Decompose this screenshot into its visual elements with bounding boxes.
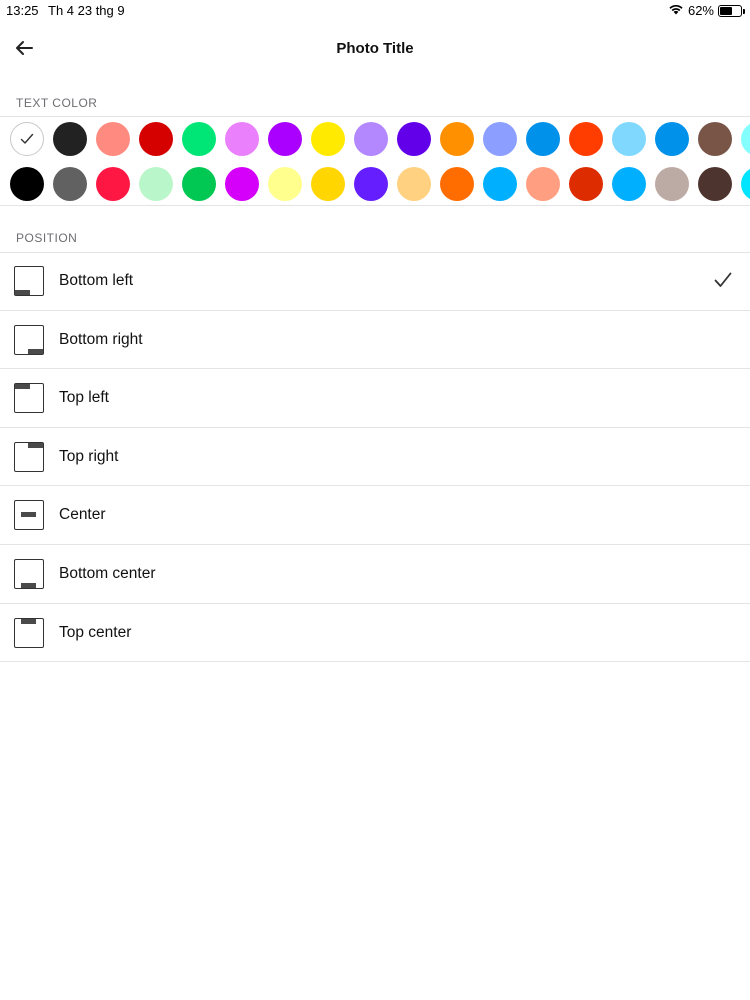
color-swatch[interactable]: [268, 167, 302, 201]
wifi-icon: [668, 3, 684, 18]
status-right: 62%: [668, 3, 745, 18]
color-swatch[interactable]: [440, 167, 474, 201]
color-swatch[interactable]: [53, 167, 87, 201]
color-swatch[interactable]: [612, 122, 646, 156]
position-section-header: POSITION: [16, 231, 78, 245]
page-title: Photo Title: [336, 40, 414, 57]
color-swatch[interactable]: [182, 122, 216, 156]
position-option-top-left[interactable]: Top left: [0, 369, 750, 428]
navigation-bar: Photo Title: [0, 28, 750, 72]
color-swatch[interactable]: [483, 122, 517, 156]
position-option-label: Center: [59, 506, 106, 524]
divider: [0, 205, 750, 206]
position-option-label: Bottom right: [59, 330, 143, 348]
position-top-left-icon: [14, 383, 44, 414]
position-bottom-center-icon: [14, 558, 44, 589]
position-top-right-icon: [14, 441, 44, 472]
position-option-center[interactable]: Center: [0, 486, 750, 545]
position-option-label: Bottom center: [59, 564, 156, 582]
color-swatch[interactable]: [268, 122, 302, 156]
color-swatch[interactable]: [311, 167, 345, 201]
divider: [0, 116, 750, 117]
position-option-top-center[interactable]: Top center: [0, 604, 750, 663]
position-bottom-right-icon: [14, 324, 44, 355]
color-swatch[interactable]: [53, 122, 87, 156]
color-swatch[interactable]: [698, 167, 732, 201]
color-swatch[interactable]: [225, 122, 259, 156]
color-swatch[interactable]: [655, 122, 689, 156]
color-swatch[interactable]: [354, 122, 388, 156]
position-list: Bottom left Bottom right Top left Top ri…: [0, 252, 750, 663]
color-swatch[interactable]: [698, 122, 732, 156]
color-swatch[interactable]: [569, 122, 603, 156]
color-swatch[interactable]: [139, 167, 173, 201]
position-option-label: Top left: [59, 389, 109, 407]
position-top-center-icon: [14, 617, 44, 648]
color-swatch[interactable]: [612, 167, 646, 201]
color-swatch[interactable]: [225, 167, 259, 201]
color-swatch[interactable]: [311, 122, 345, 156]
battery-percent: 62%: [687, 3, 714, 18]
position-option-label: Top center: [59, 623, 132, 641]
status-date: Th 4 23 thg 9: [48, 3, 125, 18]
checkmark-icon: [714, 272, 732, 293]
color-swatch[interactable]: [655, 167, 689, 201]
color-swatch[interactable]: [526, 167, 560, 201]
color-swatch[interactable]: [569, 167, 603, 201]
position-center-icon: [14, 500, 44, 531]
color-swatch[interactable]: [397, 167, 431, 201]
color-swatch[interactable]: [440, 122, 474, 156]
status-bar: 13:25 Th 4 23 thg 9 62%: [0, 0, 750, 20]
color-swatch[interactable]: [10, 122, 44, 156]
battery-icon: [718, 4, 745, 17]
color-swatch[interactable]: [182, 167, 216, 201]
color-swatch[interactable]: [354, 167, 388, 201]
color-swatch[interactable]: [139, 122, 173, 156]
color-swatch[interactable]: [526, 122, 560, 156]
text-color-section-header: TEXT COLOR: [16, 96, 98, 110]
position-option-bottom-left[interactable]: Bottom left: [0, 252, 750, 311]
battery-fill: [720, 6, 733, 15]
position-option-bottom-right[interactable]: Bottom right: [0, 311, 750, 370]
position-option-label: Bottom left: [59, 272, 134, 289]
color-swatch[interactable]: [741, 167, 750, 201]
status-time: 13:25: [6, 3, 39, 18]
color-swatch[interactable]: [96, 122, 130, 156]
position-option-bottom-center[interactable]: Bottom center: [0, 545, 750, 604]
checkmark-icon: [20, 133, 34, 144]
color-swatch[interactable]: [96, 167, 130, 201]
position-option-top-right[interactable]: Top right: [0, 428, 750, 487]
color-swatch[interactable]: [741, 122, 750, 156]
position-bottom-left-icon: [14, 266, 44, 296]
color-swatch[interactable]: [483, 167, 517, 201]
color-swatch-row-1: [10, 122, 750, 156]
color-swatch[interactable]: [397, 122, 431, 156]
position-option-label: Top right: [59, 447, 119, 465]
color-swatch-row-2: [10, 167, 750, 201]
color-swatch[interactable]: [10, 167, 44, 201]
